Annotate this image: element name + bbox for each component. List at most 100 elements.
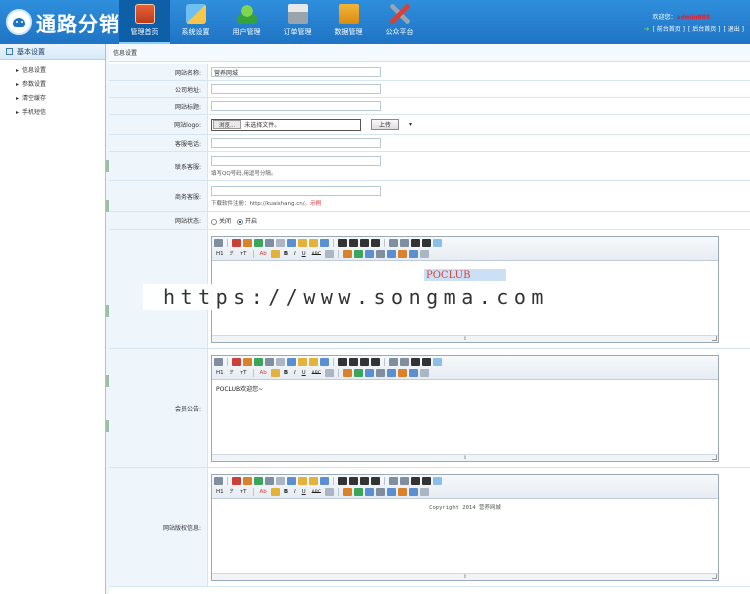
- editor-resize-handle[interactable]: ⇕: [212, 334, 718, 342]
- company-url-input[interactable]: [211, 84, 381, 94]
- sidebar-item-sms[interactable]: 手机短信: [16, 106, 105, 120]
- justify-icon[interactable]: [371, 477, 380, 485]
- paste-icon[interactable]: [298, 239, 307, 247]
- member-notice-editor[interactable]: H1 ℱтT Ab B I U ABC POCLUB欢迎您~ ⇕: [211, 354, 719, 462]
- heading-button[interactable]: H1: [214, 370, 226, 376]
- ordered-list-icon[interactable]: [389, 477, 398, 485]
- template-icon[interactable]: [232, 477, 241, 485]
- redo-icon[interactable]: [254, 239, 263, 247]
- align-center-icon[interactable]: [349, 358, 358, 366]
- site-name-input[interactable]: [211, 67, 381, 77]
- chat-service-input[interactable]: [211, 185, 381, 196]
- underline-button[interactable]: U: [300, 489, 308, 495]
- paste-text-icon[interactable]: [309, 239, 318, 247]
- paste-word-icon[interactable]: [320, 358, 329, 366]
- upload-button[interactable]: 上传: [371, 119, 400, 130]
- editor-resize-handle[interactable]: ⇕: [212, 572, 718, 580]
- font-size-button[interactable]: тT: [238, 251, 249, 257]
- sidebar-title[interactable]: 基本设置: [0, 44, 105, 60]
- undo-icon[interactable]: [243, 358, 252, 366]
- italic-button[interactable]: I: [292, 251, 298, 257]
- select-all-icon[interactable]: [433, 358, 442, 366]
- image-icon[interactable]: [342, 250, 352, 258]
- font-family-button[interactable]: ℱ: [228, 251, 236, 257]
- paste-text-icon[interactable]: [309, 358, 318, 366]
- table-icon[interactable]: [375, 369, 385, 377]
- link-icon[interactable]: [408, 369, 418, 377]
- source-icon[interactable]: [214, 239, 223, 247]
- sidebar-item-param-settings[interactable]: 参数设置: [16, 78, 105, 92]
- source-icon[interactable]: [214, 477, 223, 485]
- print-icon[interactable]: [265, 358, 274, 366]
- select-all-icon[interactable]: [433, 477, 442, 485]
- print-icon[interactable]: [265, 477, 274, 485]
- nav-item-data-management[interactable]: 数据管理: [323, 0, 374, 44]
- font-size-button[interactable]: тT: [238, 489, 249, 495]
- media-icon[interactable]: [364, 488, 374, 496]
- paste-icon[interactable]: [298, 477, 307, 485]
- align-left-icon[interactable]: [338, 239, 347, 247]
- source-icon[interactable]: [214, 358, 223, 366]
- status-on-radio[interactable]: 开启: [237, 216, 257, 225]
- heading-button[interactable]: H1: [214, 489, 226, 495]
- front-home-link[interactable]: [ 前台首页 ]: [653, 24, 686, 33]
- redo-icon[interactable]: [254, 477, 263, 485]
- emoticon-icon[interactable]: [397, 369, 407, 377]
- flash-icon[interactable]: [353, 250, 363, 258]
- font-color-button[interactable]: Ab: [258, 251, 269, 257]
- undo-icon[interactable]: [243, 477, 252, 485]
- nav-item-user-management[interactable]: 用户管理: [221, 0, 272, 44]
- underline-button[interactable]: U: [300, 251, 308, 257]
- italic-button[interactable]: I: [292, 489, 298, 495]
- font-family-button[interactable]: ℱ: [228, 370, 236, 376]
- hr-icon[interactable]: [386, 369, 396, 377]
- select-all-icon[interactable]: [433, 239, 442, 247]
- strikethrough-button[interactable]: ABC: [310, 252, 323, 257]
- remove-format-icon[interactable]: [324, 369, 334, 377]
- remove-format-icon[interactable]: [324, 488, 334, 496]
- undo-icon[interactable]: [243, 239, 252, 247]
- editor-content-area[interactable]: Copyright 2014 营养网城: [212, 498, 718, 573]
- template-icon[interactable]: [232, 358, 241, 366]
- cut-icon[interactable]: [276, 239, 285, 247]
- align-right-icon[interactable]: [360, 477, 369, 485]
- nav-item-home[interactable]: 管理首页: [119, 0, 170, 44]
- copy-icon[interactable]: [287, 477, 296, 485]
- template-icon[interactable]: [232, 239, 241, 247]
- underline-button[interactable]: U: [300, 370, 308, 376]
- emoticon-icon[interactable]: [397, 250, 407, 258]
- table-icon[interactable]: [375, 488, 385, 496]
- image-icon[interactable]: [342, 369, 352, 377]
- redo-icon[interactable]: [254, 358, 263, 366]
- flash-icon[interactable]: [353, 488, 363, 496]
- sidebar-item-clear-cache[interactable]: 清空缓存: [16, 92, 105, 106]
- indent-icon[interactable]: [411, 239, 420, 247]
- heading-button[interactable]: H1: [214, 251, 226, 257]
- font-size-button[interactable]: тT: [238, 370, 249, 376]
- outdent-icon[interactable]: [422, 358, 431, 366]
- indent-icon[interactable]: [411, 477, 420, 485]
- logo-file-input[interactable]: 浏览... 未选择文件。: [211, 118, 361, 131]
- paste-text-icon[interactable]: [309, 477, 318, 485]
- dropdown-icon[interactable]: ▾: [409, 121, 412, 128]
- status-off-radio[interactable]: 关闭: [211, 216, 231, 225]
- cut-icon[interactable]: [276, 477, 285, 485]
- contact-qq-input[interactable]: [211, 155, 381, 166]
- unordered-list-icon[interactable]: [400, 239, 409, 247]
- align-right-icon[interactable]: [360, 358, 369, 366]
- site-title-input[interactable]: [211, 101, 381, 111]
- align-center-icon[interactable]: [349, 239, 358, 247]
- paste-word-icon[interactable]: [320, 477, 329, 485]
- justify-icon[interactable]: [371, 239, 380, 247]
- nav-item-system-settings[interactable]: 系统设置: [170, 0, 221, 44]
- copyright-editor[interactable]: H1 ℱтT Ab B I U ABC Copyright 2014 营养网城 ⇕: [211, 473, 719, 581]
- browse-button[interactable]: 浏览...: [213, 120, 242, 129]
- strikethrough-button[interactable]: ABC: [310, 371, 323, 376]
- link-icon[interactable]: [408, 250, 418, 258]
- logout-link[interactable]: [ 退出 ]: [724, 24, 745, 33]
- emoticon-icon[interactable]: [397, 488, 407, 496]
- highlight-icon[interactable]: [270, 488, 280, 496]
- copy-icon[interactable]: [287, 358, 296, 366]
- example-link[interactable]: 示例: [310, 201, 321, 207]
- service-phone-input[interactable]: [211, 138, 381, 148]
